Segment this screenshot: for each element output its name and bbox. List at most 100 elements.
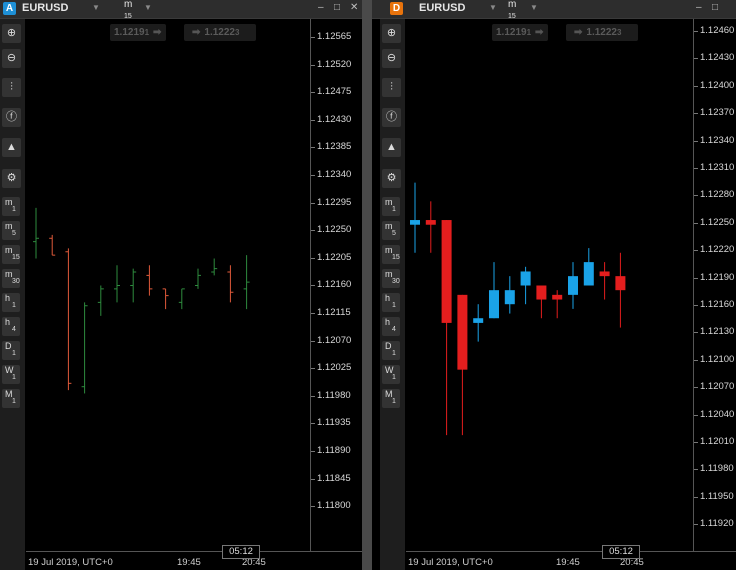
tf-m1[interactable]: m1 [2,197,20,216]
axis-tick [311,175,315,176]
zoom-in-icon[interactable]: ⊕ [382,24,401,43]
price-chart-right[interactable] [406,19,693,552]
candlestick [457,294,468,436]
minimize-icon[interactable]: – [696,2,702,13]
axis-tick [311,313,315,314]
ohlc-bar [243,255,250,310]
axis-tick [311,451,315,452]
time-label: 19:45 [556,557,580,568]
timeframe-selector-right[interactable]: m 15 [508,0,516,21]
axis-tick [311,230,315,232]
facebook-icon[interactable]: ⓕ [382,108,401,127]
tf-m15[interactable]: m 15 [382,245,400,264]
chevron-down-icon[interactable]: ▼ [530,3,538,12]
tf-h1[interactable]: h1 [2,293,20,312]
zoom-in-icon[interactable]: ⊕ [2,24,21,43]
tf-w1[interactable]: W1 [2,365,20,384]
axis-price-label: 1.12115 [317,307,351,318]
axis-price-label: 1.12010 [700,436,735,447]
axis-tick [694,332,698,334]
chart-settings-icon[interactable]: ⚙ [382,169,401,188]
axis-tick [311,37,315,38]
tf-m1[interactable]: m1 [382,197,400,216]
axis-tick [311,478,315,480]
symbol-selector-left[interactable]: EURUSD [22,2,68,14]
price-axis-right[interactable]: 1.12460 1.12430 1.12400 1.12370 1.12340 1.123… [693,19,736,552]
panel-badge-left[interactable]: A [3,2,16,15]
tf-m5[interactable]: m5 [382,221,400,240]
price-chart-left[interactable] [26,19,310,552]
panel-badge-right[interactable]: D [390,2,403,15]
close-icon[interactable]: ✕ [350,2,358,13]
tf-h4[interactable]: h4 [382,317,400,336]
zoom-out-icon[interactable]: ⊖ [382,49,401,68]
bid-price-box-right[interactable]: 1.12191 ➡ [492,24,548,41]
chevron-down-icon[interactable]: ▼ [144,3,152,12]
chart-toolbar-left: ⊕ ⊖ ⫶ ⓕ ▲ ⚙ m1 m5 m 15 m 30 h1 h4 D1 W1 M1 [0,19,25,570]
ohlc-bar [146,265,153,296]
tf-m15[interactable]: m 15 [2,245,20,264]
zoom-out-icon[interactable]: ⊖ [2,49,21,68]
axis-tick [311,340,315,342]
axis-tick [694,250,698,252]
candlestick [583,248,594,286]
chevron-down-icon[interactable]: ▼ [92,3,100,12]
facebook-icon[interactable]: ⓕ [2,108,21,127]
maximize-icon[interactable]: □ [334,2,340,13]
arrow-right-icon: ➡ [153,27,162,38]
axis-price-label: 1.12160 [317,279,352,291]
tf-m5[interactable]: m5 [2,221,20,240]
objects-icon[interactable]: ▲ [2,138,21,157]
axis-tick [311,202,315,204]
tf-m30[interactable]: m 30 [2,269,20,288]
timeframe-selector-left[interactable]: m 15 [124,0,132,21]
bid-price-box-left[interactable]: 1.12191 ➡ [110,24,166,41]
chart-settings-icon[interactable]: ⚙ [2,169,21,188]
axis-price-label: 1.12190 [700,271,735,283]
axis-tick [694,524,698,526]
ask-price-box-right[interactable]: ➡ 1.12223 [566,24,638,41]
ohlc-bar [227,265,234,303]
axis-price-label: 1.12310 [700,162,735,173]
tf-d1[interactable]: D1 [382,341,400,360]
tf-d1[interactable]: D1 [2,341,20,360]
axis-price-label: 1.11920 [700,518,734,530]
axis-tick [694,469,698,471]
axis-tick [694,305,698,306]
objects-icon[interactable]: ▲ [382,138,401,157]
indicators-icon[interactable]: ⫶ [382,78,401,97]
axis-price-label: 1.12340 [317,169,352,180]
indicators-icon[interactable]: ⫶ [2,78,21,97]
tf-h4[interactable]: h4 [2,317,20,336]
candlestick [615,252,626,328]
ohlc-bar [162,288,169,310]
candlestick [410,182,420,253]
tf-h1[interactable]: h1 [382,293,400,312]
minimize-icon[interactable]: – [318,2,324,13]
tf-m30[interactable]: m 30 [382,269,400,288]
ask-price-box-left[interactable]: ➡ 1.12223 [184,24,256,41]
price-axis-left[interactable]: 1.12565 1.12520 1.12475 1.12430 1.12385 1.123… [310,19,362,552]
tf-w1[interactable]: W1 [382,365,400,384]
axis-price-label: 1.12460 [700,25,735,36]
symbol-selector-right[interactable]: EURUSD [419,2,465,14]
ohlc-bar [97,285,104,316]
axis-price-label: 1.12025 [317,362,352,374]
axis-price-label: 1.11980 [317,389,351,401]
maximize-icon[interactable]: □ [712,2,718,13]
axis-tick [694,168,698,169]
tf-mn1[interactable]: M1 [382,389,400,408]
time-axis-right[interactable]: 19 Jul 2019, UTC+0 19:45 20:45 [406,551,736,570]
axis-price-label: 1.12070 [317,334,352,346]
ohlc-bar [178,288,185,310]
axis-price-label: 1.12160 [700,299,735,310]
axis-tick [694,58,698,60]
arrow-right-icon: ➡ [574,27,583,38]
candlestick [520,266,531,305]
panel-divider[interactable] [362,0,372,570]
time-axis-left[interactable]: 19 Jul 2019, UTC+0 19:45 20:45 [26,551,362,570]
chart-header-right: D EURUSD ▼ m 15 ▼ – □ [372,0,736,21]
tf-mn1[interactable]: M1 [2,389,20,408]
ohlc-bar [33,207,39,259]
chevron-down-icon[interactable]: ▼ [489,3,497,12]
